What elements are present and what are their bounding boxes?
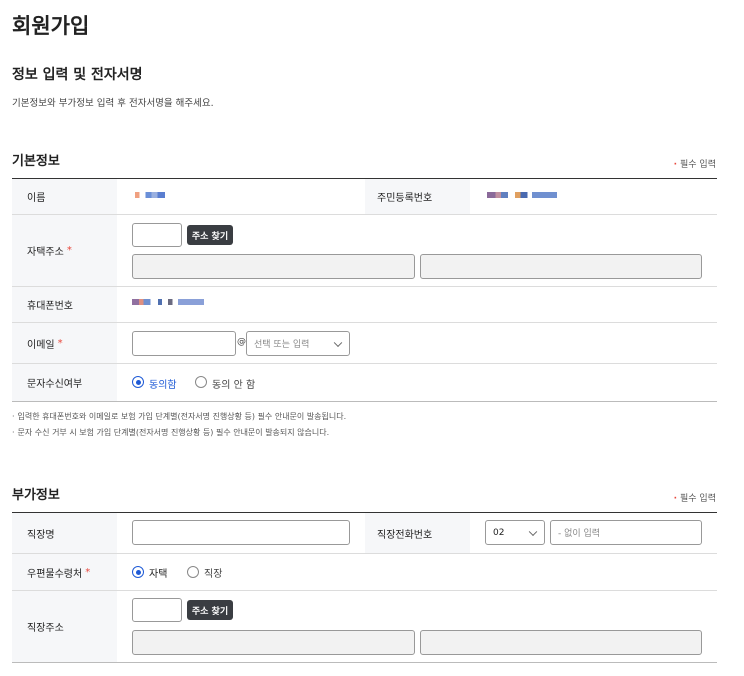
address-row: 자택주소 * 주소 찾기 bbox=[12, 215, 717, 287]
area-code-select[interactable]: 02 bbox=[485, 520, 545, 545]
rrn-masked-value bbox=[487, 192, 557, 198]
company-label: 직장명 bbox=[12, 513, 117, 553]
zipcode-input[interactable] bbox=[132, 223, 182, 247]
company-row: 직장명 직장전화번호 02 - 없이 입력 bbox=[12, 513, 717, 554]
email-domain-select[interactable]: 선택 또는 입력 bbox=[246, 331, 350, 356]
work-address-label: 직장주소 bbox=[12, 591, 117, 662]
name-row: 이름 주민등록번호 bbox=[12, 179, 717, 215]
address-search-button[interactable]: 주소 찾기 bbox=[187, 225, 233, 245]
required-note: · 필수 입력 bbox=[673, 494, 716, 504]
address-main-input[interactable] bbox=[132, 254, 415, 279]
email-domain-placeholder: 선택 또는 입력 bbox=[254, 340, 310, 350]
sms-disagree-label[interactable]: 동의 안 함 bbox=[212, 376, 255, 391]
mail-label: 우편물수령처 * bbox=[12, 554, 117, 590]
extra-info-title: 부가정보 bbox=[12, 488, 60, 503]
mail-work-radio[interactable] bbox=[187, 566, 199, 578]
chevron-down-icon bbox=[528, 527, 538, 536]
phone-label: 휴대폰번호 bbox=[12, 287, 117, 322]
mail-home-label[interactable]: 자택 bbox=[149, 565, 167, 580]
basic-notes: 입력한 휴대폰번호와 이메일로 보험 가입 단계별(전자서명 진행상황 등) 필… bbox=[12, 409, 347, 441]
address-detail-input[interactable] bbox=[420, 254, 702, 279]
company-name-input[interactable] bbox=[132, 520, 350, 545]
address-label: 자택주소 * bbox=[12, 215, 117, 286]
area-code-value: 02 bbox=[493, 527, 505, 538]
sms-row: 문자수신여부 동의함 동의 안 함 bbox=[12, 364, 717, 402]
mail-work-label[interactable]: 직장 bbox=[204, 565, 222, 580]
note-item: 문자 수신 거부 시 보험 가입 단계별(전자서명 진행상황 등) 필수 안내문… bbox=[12, 425, 346, 441]
company-phone-label: 직장전화번호 bbox=[365, 513, 470, 553]
name-label: 이름 bbox=[12, 179, 117, 214]
page-description: 기본정보와 부가정보 입력 후 전자서명을 해주세요. bbox=[12, 98, 214, 109]
work-zipcode-input[interactable] bbox=[132, 598, 182, 622]
basic-info-title: 기본정보 bbox=[12, 154, 60, 169]
page-title: 회원가입 bbox=[12, 14, 90, 38]
phone-placeholder: - 없이 입력 bbox=[558, 529, 601, 539]
sms-disagree-radio[interactable] bbox=[195, 376, 207, 388]
email-label: 이메일 * bbox=[12, 323, 117, 363]
work-address-search-button[interactable]: 주소 찾기 bbox=[187, 600, 233, 620]
work-address-detail-input[interactable] bbox=[420, 630, 702, 655]
required-mark: * bbox=[57, 337, 63, 349]
phone-row: 휴대폰번호 bbox=[12, 287, 717, 323]
work-address-row: 직장주소 주소 찾기 bbox=[12, 591, 717, 663]
sms-agree-radio[interactable] bbox=[132, 376, 144, 388]
chevron-down-icon bbox=[333, 338, 343, 347]
mail-row: 우편물수령처 * 자택 직장 bbox=[12, 554, 717, 591]
section-subtitle: 정보 입력 및 전자서명 bbox=[12, 67, 143, 83]
company-phone-input[interactable]: - 없이 입력 bbox=[550, 520, 702, 545]
name-masked-value bbox=[135, 192, 165, 198]
rrn-label: 주민등록번호 bbox=[365, 179, 470, 214]
work-address-main-input[interactable] bbox=[132, 630, 415, 655]
email-row: 이메일 * @ 선택 또는 입력 bbox=[12, 323, 717, 364]
phone-masked-value bbox=[132, 299, 204, 305]
required-mark: * bbox=[66, 245, 72, 256]
email-id-input[interactable] bbox=[132, 331, 236, 356]
mail-home-radio[interactable] bbox=[132, 566, 144, 578]
required-note: · 필수 입력 bbox=[673, 160, 716, 170]
sms-label: 문자수신여부 bbox=[12, 364, 117, 401]
required-mark: * bbox=[85, 566, 91, 578]
sms-agree-label[interactable]: 동의함 bbox=[149, 376, 177, 391]
note-item: 입력한 휴대폰번호와 이메일로 보험 가입 단계별(전자서명 진행상황 등) 필… bbox=[12, 409, 347, 425]
email-at-sign: @ bbox=[237, 337, 246, 347]
